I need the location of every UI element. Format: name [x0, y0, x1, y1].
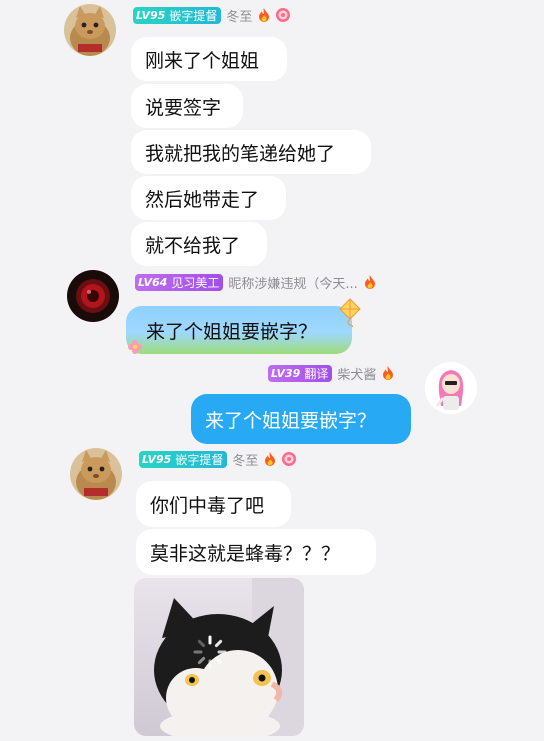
message-bubble[interactable]: 然后她带走了 [131, 176, 286, 220]
message-bubble[interactable]: 就不给我了 [131, 222, 267, 266]
sender-meta: LV95 嵌字提督 冬至 [133, 5, 291, 25]
sender-meta: LV39 翻译 柴犬酱 [268, 363, 396, 383]
message-bubble[interactable]: 我就把我的笔递给她了 [131, 130, 371, 174]
fire-icon [265, 452, 276, 466]
message-bubble[interactable]: 莫非这就是蜂毒？？？ [136, 529, 376, 575]
avatar-red-lens[interactable] [67, 270, 119, 322]
sender-nickname[interactable]: 冬至 [232, 450, 258, 469]
image-message[interactable] [134, 578, 304, 736]
avatar-pink-hair-girl[interactable] [425, 362, 477, 414]
level-badge: LV64 见习美工 [135, 273, 224, 291]
message-bubble-decorated[interactable]: 来了个姐姐要嵌字？ [126, 306, 352, 354]
avatar-cat[interactable] [70, 448, 122, 500]
medal-icon [282, 452, 297, 466]
level-badge: LV39 翻译 [268, 364, 333, 382]
avatar-cat[interactable] [64, 4, 116, 56]
fire-icon [364, 275, 375, 289]
fire-icon [383, 366, 394, 380]
sender-nickname[interactable]: 昵称涉嫌违规（今天... [228, 273, 357, 292]
message-bubble[interactable]: 你们中毒了吧 [136, 481, 291, 527]
level-badge: LV95 嵌字提督 [139, 450, 228, 468]
sender-nickname[interactable]: 冬至 [226, 6, 252, 25]
flower-sticker-icon [128, 340, 142, 354]
level-badge: LV95 嵌字提督 [133, 6, 222, 24]
sender-meta: LV95 嵌字提督 冬至 [139, 449, 297, 469]
sender-meta: LV64 见习美工 昵称涉嫌违规（今天... [135, 272, 378, 292]
loading-spinner-icon [193, 635, 227, 669]
fire-icon [259, 8, 270, 22]
kite-sticker-icon [339, 298, 361, 327]
sender-nickname[interactable]: 柴犬酱 [337, 364, 376, 383]
message-bubble[interactable]: 刚来了个姐姐 [131, 37, 287, 81]
own-message-bubble[interactable]: 来了个姐姐要嵌字？ [191, 394, 411, 444]
medal-icon [276, 8, 291, 22]
message-bubble[interactable]: 说要签字 [131, 84, 243, 128]
